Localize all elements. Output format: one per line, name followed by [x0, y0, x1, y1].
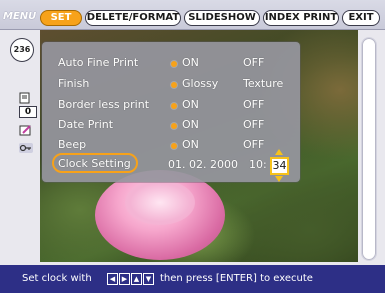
option-finish-texture[interactable]: Texture	[243, 77, 283, 90]
option-finish-glossy[interactable]: Glossy	[182, 77, 218, 90]
setting-label-auto-fine-print: Auto Fine Print	[58, 56, 139, 69]
print-copies-icon	[19, 92, 30, 104]
option-border-less-print-off[interactable]: OFF	[243, 98, 264, 111]
option-auto-fine-print-on[interactable]: ON	[182, 56, 199, 69]
increment-arrow-icon[interactable]	[275, 149, 283, 155]
setting-label-finish: Finish	[58, 77, 90, 90]
hint-bar: Set clock with ◀ ▶ ▲ ▼ then press [ENTER…	[0, 265, 385, 293]
copies-count[interactable]: 0	[19, 106, 37, 118]
setting-label-border-less-print: Border less print	[58, 98, 150, 111]
photo-rose-highlight	[125, 180, 195, 225]
menu-bar: MENU SET DELETE/FORMAT SLIDESHOW INDEX P…	[0, 0, 385, 30]
up-arrow-key-icon: ▲	[131, 273, 142, 285]
protect-key-icon	[19, 143, 33, 153]
setting-label-date-print: Date Print	[58, 118, 114, 131]
option-beep-off[interactable]: OFF	[243, 138, 264, 151]
hint-prefix: Set clock with	[22, 273, 92, 284]
option-auto-fine-print-off[interactable]: OFF	[243, 56, 264, 69]
clock-date-value[interactable]: 01. 02. 2000	[168, 158, 238, 171]
settings-panel: Auto Fine Print ON OFF Finish Glossy Tex…	[42, 42, 300, 182]
clock-hour-value[interactable]: 10:	[249, 158, 267, 171]
option-beep-on[interactable]: ON	[182, 138, 199, 151]
radio-selected-icon	[171, 143, 177, 149]
tab-set[interactable]: SET	[40, 10, 82, 26]
scrollbar[interactable]	[362, 38, 376, 260]
right-arrow-key-icon: ▶	[119, 273, 130, 285]
radio-selected-icon	[171, 82, 177, 88]
radio-selected-icon	[171, 61, 177, 67]
option-date-print-off[interactable]: OFF	[243, 118, 264, 131]
down-arrow-key-icon: ▼	[143, 273, 154, 285]
radio-selected-icon	[171, 103, 177, 109]
tab-exit[interactable]: EXIT	[342, 10, 380, 26]
option-date-print-on[interactable]: ON	[182, 118, 199, 131]
setting-label-beep: Beep	[58, 138, 87, 151]
arrow-keys-legend: ◀ ▶ ▲ ▼	[107, 273, 155, 285]
setting-label-clock: Clock Setting	[58, 157, 131, 170]
menu-label: MENU	[3, 11, 37, 22]
edit-icon	[19, 125, 31, 136]
tab-delete-format[interactable]: DELETE/FORMAT	[85, 10, 181, 26]
hint-suffix: then press [ENTER] to execute	[160, 273, 313, 284]
option-border-less-print-on[interactable]: ON	[182, 98, 199, 111]
image-count-badge: 236	[10, 38, 34, 62]
tab-slideshow[interactable]: SLIDESHOW	[184, 10, 260, 26]
radio-selected-icon	[171, 123, 177, 129]
sidebar: 236 0	[0, 30, 40, 262]
decrement-arrow-icon[interactable]	[275, 176, 283, 182]
clock-minute-field[interactable]: 34	[270, 157, 289, 175]
tab-index-print[interactable]: INDEX PRINT	[263, 10, 339, 26]
left-arrow-key-icon: ◀	[107, 273, 118, 285]
